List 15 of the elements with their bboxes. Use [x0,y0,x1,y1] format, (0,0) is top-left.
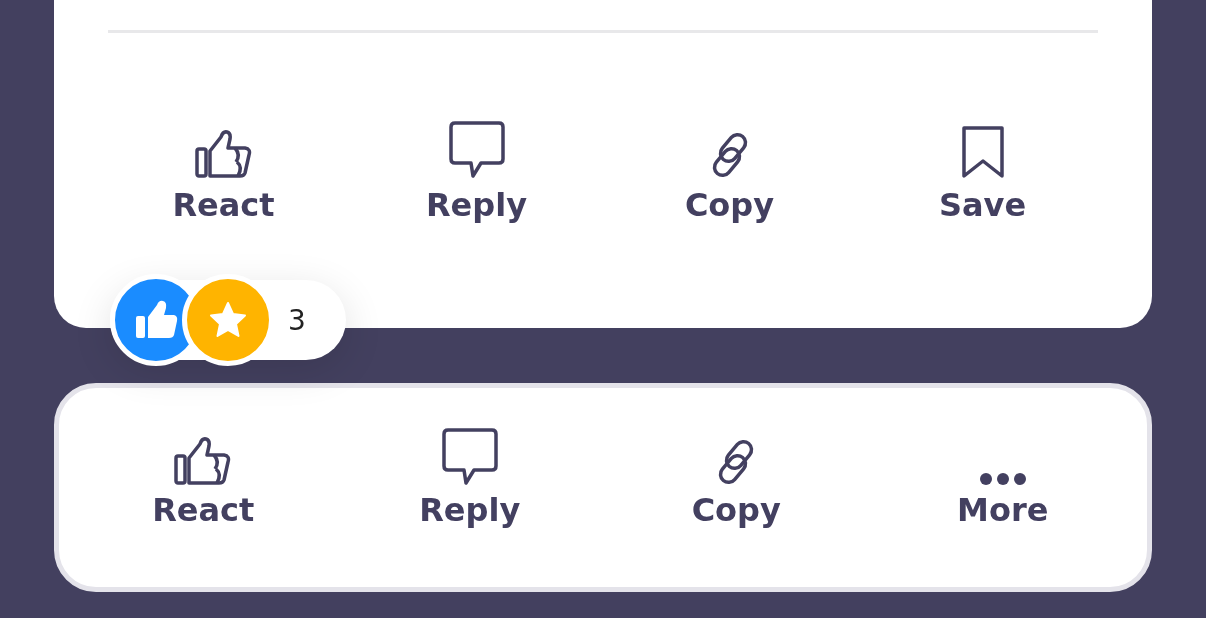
action-button[interactable]: Copy [603,119,856,225]
thumbs-up-icon [194,129,253,179]
more-icon [978,472,1027,486]
speech-bubble-icon [448,121,505,179]
reaction-count: 3 [288,303,306,337]
thumbs-up-icon [174,436,233,486]
action-button[interactable]: Reply [350,119,603,225]
speech-bubble-icon [441,428,498,486]
action-button[interactable]: Save [856,119,1109,225]
action-button[interactable]: Copy [603,428,870,530]
action-button[interactable]: React [70,428,337,530]
action-button[interactable]: React [97,119,350,225]
action-button[interactable]: Reply [336,428,603,530]
action-button[interactable]: More [869,428,1136,530]
bookmark-icon [960,125,1005,179]
